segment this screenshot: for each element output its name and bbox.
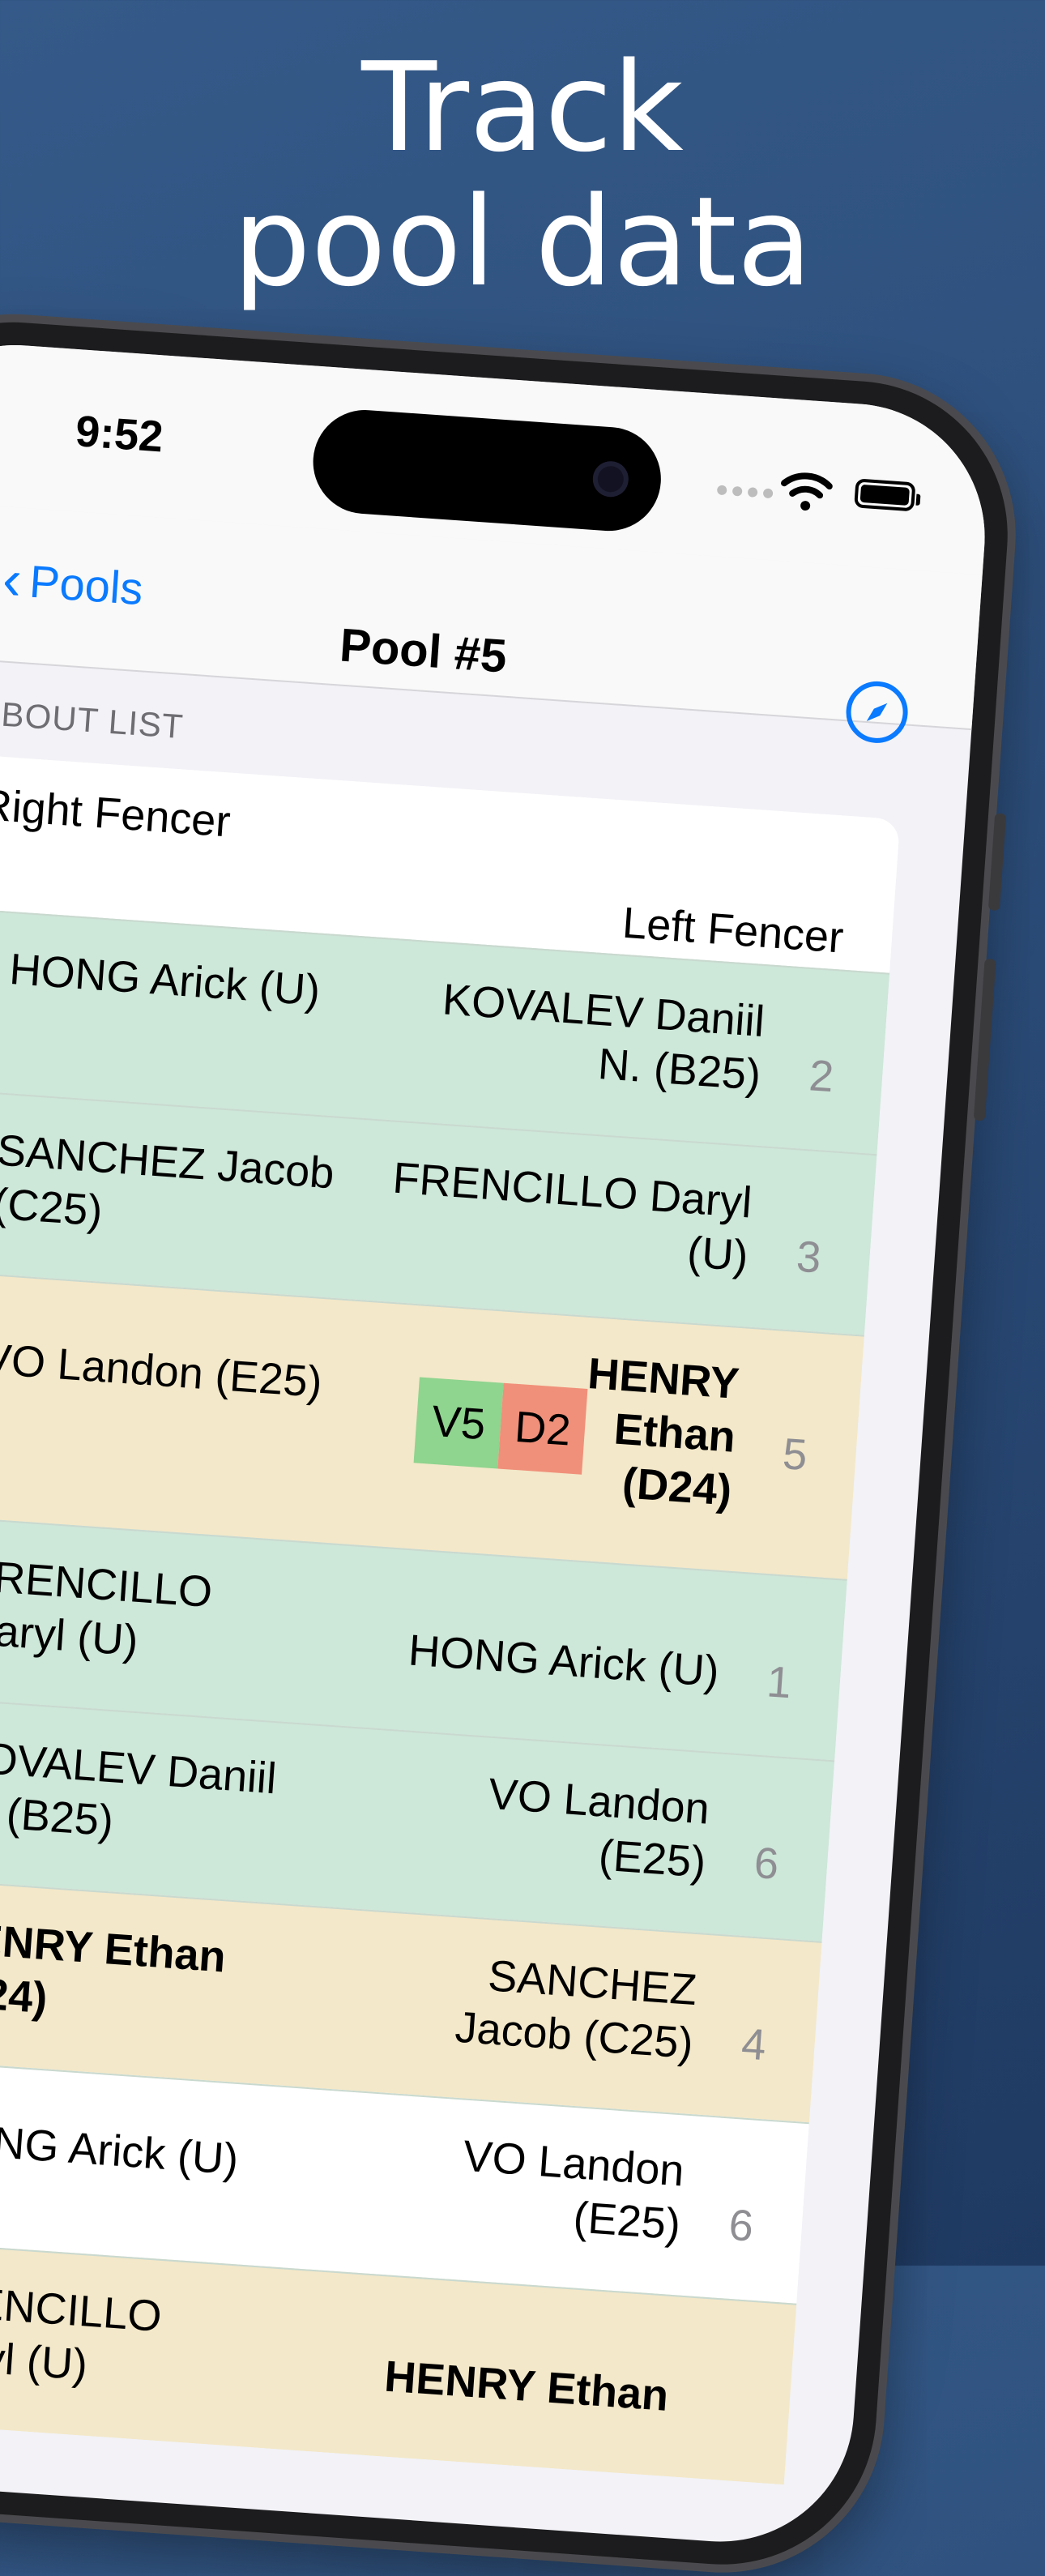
left-fencer-name: SANCHEZ Jacob (C25)	[0, 1126, 336, 1236]
headline-line-1: Track	[361, 36, 684, 179]
phone-device: 9:52 ‹ Pools Pool #5 BOUT LIST Right Fen…	[0, 312, 1018, 2575]
headline-line-2: pool data	[232, 170, 813, 314]
left-fencer-name: FRENCILLO Daryl (U)	[0, 2275, 164, 2390]
bout-list: Right Fencer Left Fencer 1 HONG Arick (U…	[0, 753, 901, 2485]
phone-frame: 9:52 ‹ Pools Pool #5 BOUT LIST Right Fen…	[0, 312, 1018, 2575]
right-fencer-name: VO Landon (E25)	[461, 2131, 686, 2249]
right-fencer-number: 6	[753, 1838, 781, 1889]
action-button	[987, 813, 1007, 912]
right-fencer-name: VO Landon (E25)	[486, 1769, 711, 1887]
left-fencer-name: HENRY Ethan (D24)	[0, 1913, 228, 2023]
dynamic-island	[309, 406, 665, 535]
left-fencer-name: HONG Arick (U)	[7, 945, 322, 1015]
phone-screen: 9:52 ‹ Pools Pool #5 BOUT LIST Right Fen…	[0, 335, 994, 2551]
right-fencer-number: 3	[795, 1232, 823, 1283]
right-fencer-number: 6	[727, 2200, 755, 2251]
right-fencer-number: 1	[765, 1657, 793, 1708]
camera-icon	[591, 459, 630, 498]
battery-icon	[854, 478, 916, 512]
right-fencer-header: Right Fencer	[0, 780, 232, 847]
left-fencer-header: Left Fencer	[621, 898, 846, 963]
power-button	[973, 958, 996, 1121]
right-fencer-name: KOVALEV Daniil N. (B25)	[441, 975, 766, 1100]
left-fencer-name: FRENCILLO Daryl (U)	[0, 1551, 214, 1665]
right-fencer-name: HONG Arick (U)	[407, 1625, 721, 1697]
right-fencer-number: 4	[740, 2019, 768, 2070]
cellular-signal-icon	[716, 485, 774, 499]
left-fencer-name: VO Landon (E25)	[0, 1334, 324, 1408]
right-fencer-name: SANCHEZ Jacob (C25)	[453, 1951, 699, 2068]
left-fencer-name: KOVALEV Daniil N. (B25)	[0, 1732, 279, 1846]
right-fencer-name: HENRY Ethan	[382, 2352, 671, 2420]
page-title: Pool #5	[338, 618, 509, 683]
wifi-icon	[781, 472, 833, 511]
compass-icon[interactable]	[844, 679, 911, 745]
status-time: 9:52	[74, 407, 165, 462]
left-fencer-name: HONG Arick (U)	[0, 2113, 241, 2185]
section-header: BOUT LIST	[0, 694, 186, 746]
right-fencer-name: FRENCILLO Daryl (U)	[390, 1153, 754, 1281]
marketing-headline: Track pool data	[0, 41, 1045, 310]
right-fencer-number: 5	[781, 1429, 809, 1480]
right-fencer-name: HENRY Ethan (D24)	[586, 1349, 741, 1515]
right-fencer-number: 2	[807, 1051, 836, 1102]
